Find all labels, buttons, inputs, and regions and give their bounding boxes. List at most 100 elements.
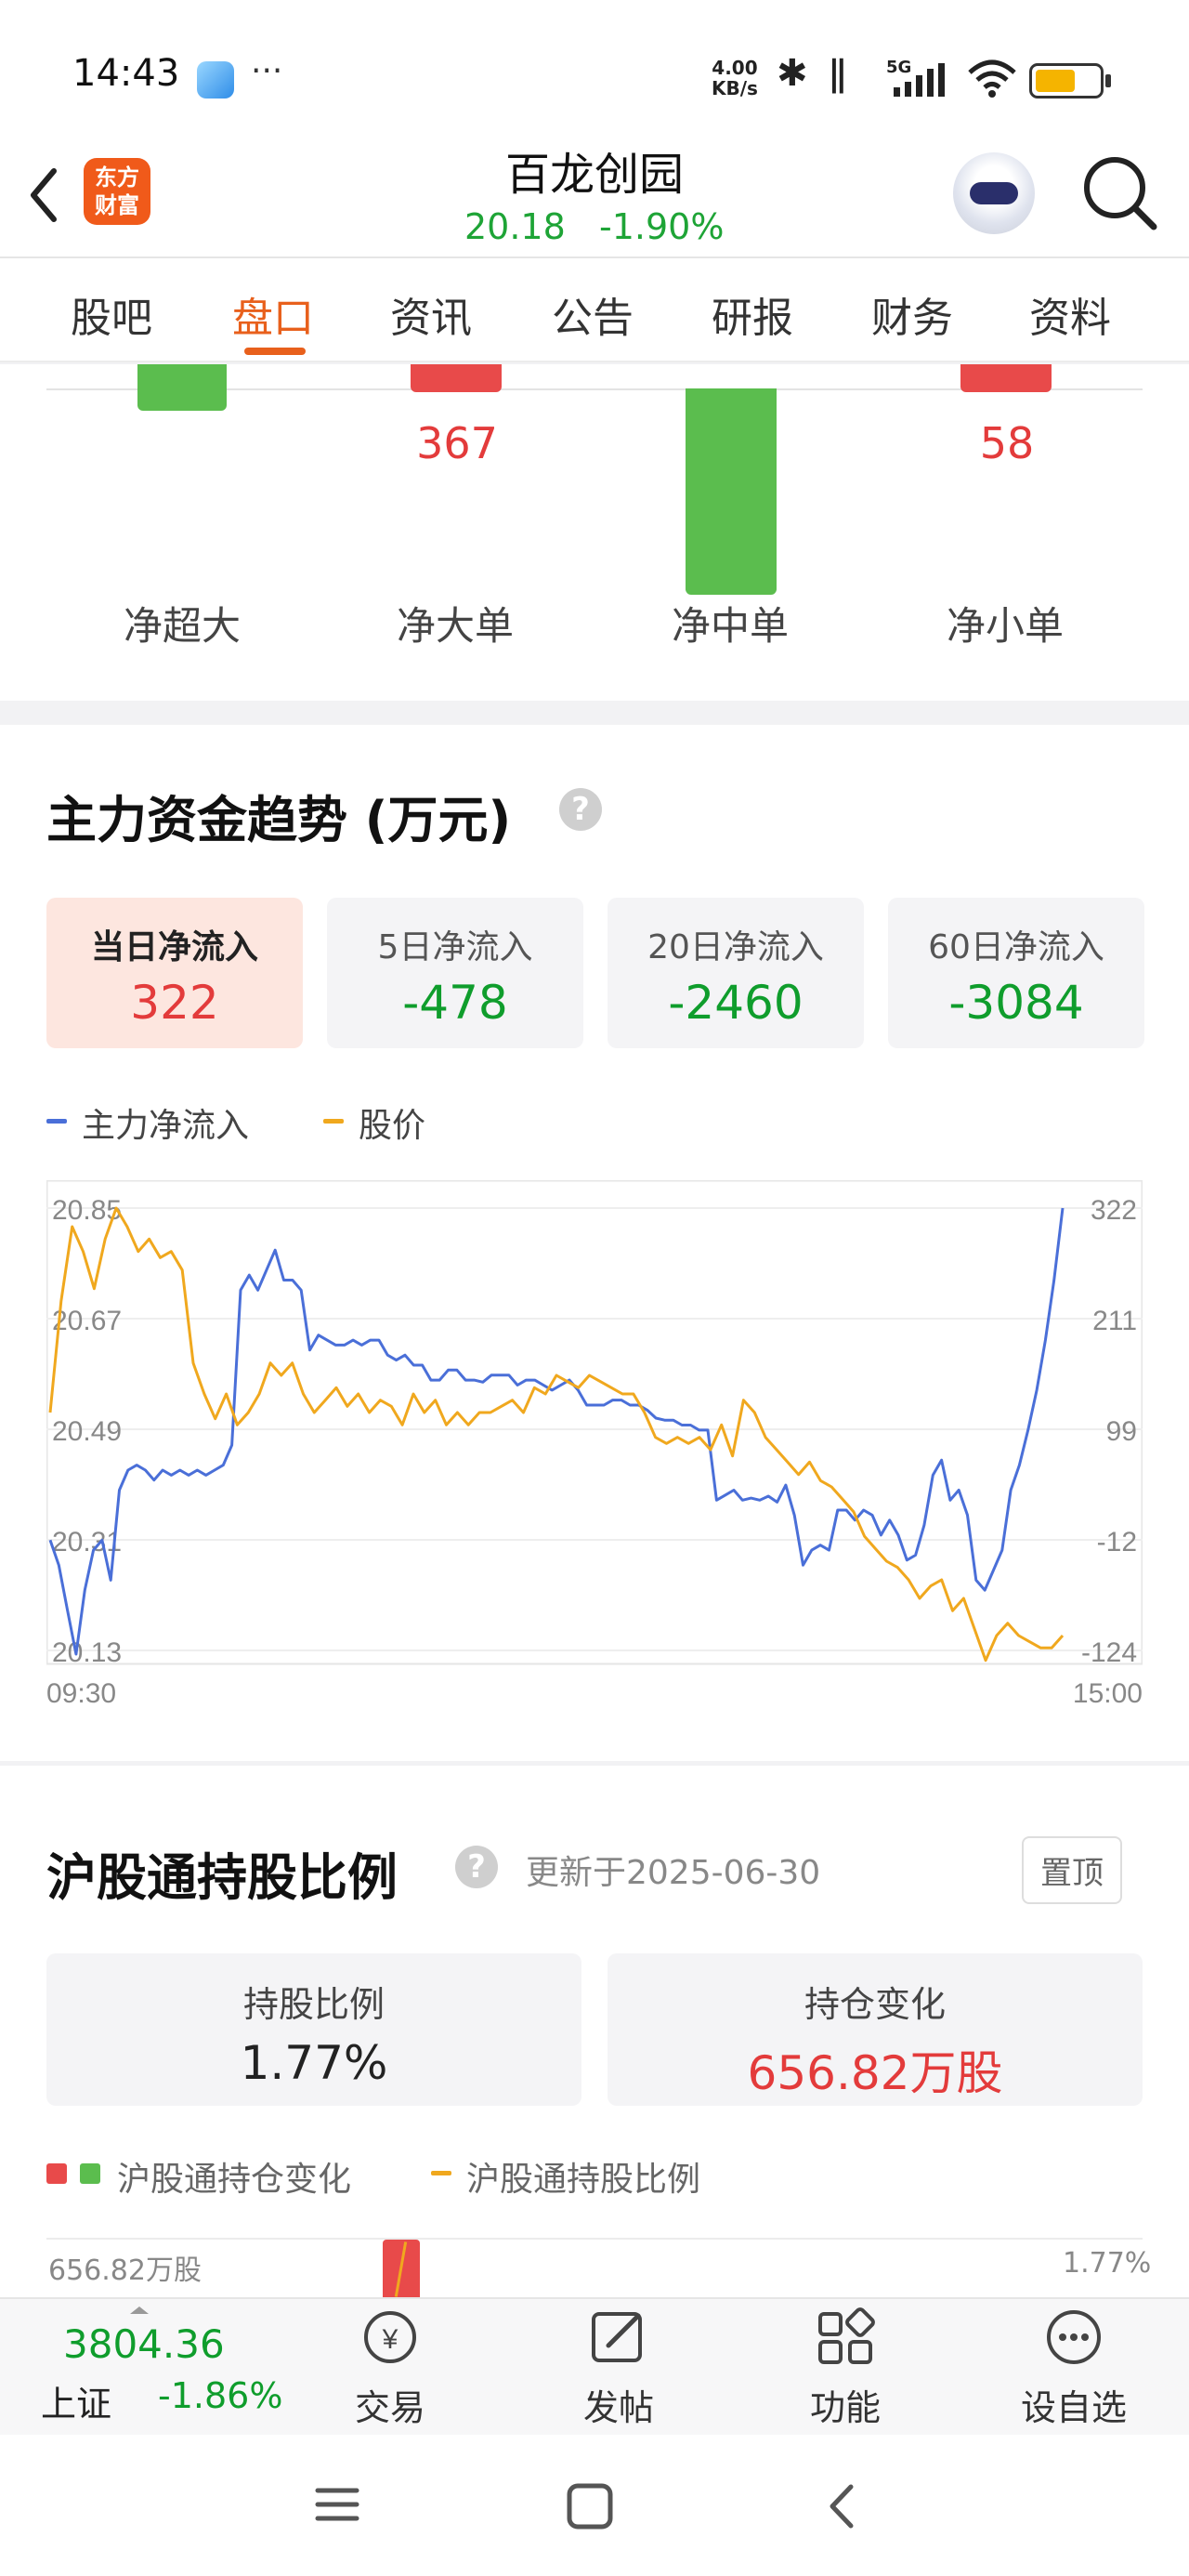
battery-tip [1105,74,1111,87]
trade-label: 交易 [354,2387,425,2428]
card-label: 60日净流入 [928,928,1104,966]
tab-pankou[interactable]: 盘口 [232,284,314,344]
bar-small-value: 58 [979,418,1035,468]
active-tab-indicator [244,348,306,355]
search-icon[interactable] [1078,151,1161,234]
net-flow-bars-section: 367 58 净超大 净大单 净中单 净小单 [0,364,1189,701]
y-right-tick: 211 [1092,1306,1137,1336]
tab-announcements[interactable]: 公告 [552,284,634,344]
stock-price: 20.18 [464,206,566,247]
y-left-tick: 20.49 [52,1416,122,1447]
y-left-tick: 20.67 [52,1306,122,1336]
post-button[interactable]: 发帖 [544,2307,693,2430]
legend-swatch-inflow [46,1119,67,1124]
network-speed: 4.00 KB/s [712,58,758,99]
legend-inflow: 主力净流入 [82,1107,250,1145]
x-tick-start: 09:30 [46,1678,116,1705]
y-right-tick: 99 [1106,1416,1137,1447]
network-speed-value: 4.00 [712,57,758,79]
index-value[interactable]: 3804.36 [63,2321,225,2367]
card-label: 20日净流入 [647,928,824,966]
add-watchlist-button[interactable]: 设自选 [1000,2307,1148,2430]
hk-axis-right-top: 1.77% [1063,2247,1152,2280]
robot-face [970,182,1018,204]
bar-medium [686,388,777,595]
legend-price: 股价 [359,1107,426,1145]
card-today-inflow[interactable]: 当日净流入 322 [46,898,303,1048]
trade-button[interactable]: ¥ 交易 [316,2307,464,2430]
tab-finance[interactable]: 财务 [871,284,953,344]
signal-icon [894,63,945,97]
card-value: -3084 [948,976,1084,1030]
holding-ratio-label: 持股比例 [242,1984,385,2025]
card-value: 322 [130,976,219,1030]
holding-ratio-card: 持股比例 1.77% [46,1953,581,2106]
card-60day-inflow[interactable]: 60日净流入 -3084 [888,898,1144,1048]
position-change-value: 656.82万股 [747,2046,1003,2100]
card-5day-inflow[interactable]: 5日净流入 -478 [327,898,583,1048]
index-change[interactable]: -1.86% [158,2375,282,2416]
net-inflow-line [48,1207,1065,1656]
label-large: 净大单 [396,603,514,649]
tab-research[interactable]: 研报 [712,284,793,344]
y-right-tick: -12 [1097,1527,1137,1557]
capital-trend-section: 主力资金趋势 (万元) ? 当日净流入 322 5日净流入 -478 20日净流… [0,725,1189,1761]
tab-guba[interactable]: 股吧 [71,284,152,344]
label-super-large: 净超大 [123,603,241,649]
status-time: 14:43 [72,52,180,95]
legend-swatch-green [80,2163,100,2184]
nav-back-icon[interactable] [823,2479,860,2533]
bar-large [411,364,502,392]
card-label: 5日净流入 [377,928,533,966]
hk-chart-top-grid [46,2238,1143,2240]
trend-title: 主力资金趋势 (万元) [46,791,512,849]
hk-connect-section: 沪股通持股比例 ? 更新于2025-06-30 置顶 持股比例 1.77% 持仓… [0,1766,1189,2297]
bar-small [960,364,1052,392]
app-logo[interactable]: 东方 财富 [84,158,150,225]
network-speed-unit: KB/s [712,77,758,99]
help-icon[interactable]: ? [559,788,602,831]
svg-text:¥: ¥ [382,2324,399,2355]
updated-date: 更新于2025-06-30 [526,1854,821,1892]
trend-chart[interactable]: 20.85 32220.67 21120.49 9920.31 -1220.13 -124… [46,1180,1143,1705]
post-label: 发帖 [582,2387,654,2428]
y-left-tick: 20.13 [52,1637,122,1668]
card-value: -2460 [668,976,804,1030]
tab-profile[interactable]: 资料 [1029,284,1111,344]
menu-icon[interactable] [314,2481,360,2528]
compose-icon [592,2312,642,2362]
holding-ratio-value: 1.77% [240,2036,388,2090]
index-expand-icon[interactable] [130,2307,149,2314]
y-left-tick: 20.31 [52,1527,122,1557]
tab-news[interactable]: 资讯 [390,284,472,344]
card-20day-inflow[interactable]: 20日净流入 -2460 [608,898,864,1048]
yen-circle-icon: ¥ [364,2311,416,2363]
home-icon[interactable] [565,2481,615,2531]
bar-large-value: 367 [416,418,498,468]
position-change-label: 持仓变化 [804,1984,946,2025]
more-circle-icon [1047,2310,1101,2364]
back-icon[interactable] [19,158,74,232]
legend-swatch-price [323,1119,344,1124]
stock-name: 百龙创园 [504,149,684,201]
price-line [48,1206,1065,1663]
y-right-tick: -124 [1081,1637,1137,1668]
index-name[interactable]: 上证 [41,2375,111,2426]
position-change-card: 持仓变化 656.82万股 [608,1953,1143,2106]
vibrate-icon: ǁ [829,52,847,95]
bar-super-large [137,364,227,411]
y-right-tick: 322 [1091,1195,1137,1226]
features-label: 功能 [809,2387,881,2428]
legend-swatch-ratio [431,2171,451,2175]
card-label: 当日净流入 [90,928,258,966]
hk-axis-left-top: 656.82万股 [48,2254,202,2287]
stock-change: -1.90% [599,206,725,247]
wifi-icon [968,59,1016,98]
pin-button[interactable]: 置顶 [1022,1836,1122,1904]
features-button[interactable]: 功能 [771,2307,920,2430]
grid-icon [818,2307,875,2364]
legend-swatch-red [46,2163,67,2184]
legend-position-change: 沪股通持仓变化 [117,2161,352,2199]
battery-icon [1029,63,1104,99]
help-icon[interactable]: ? [455,1846,498,1888]
